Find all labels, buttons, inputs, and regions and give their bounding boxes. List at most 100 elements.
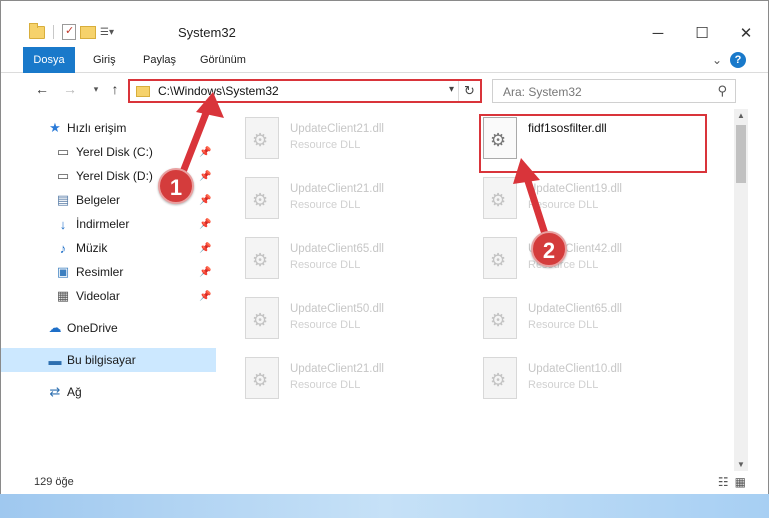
file-name: UpdateClient10.dll (528, 363, 622, 375)
recent-locations-icon[interactable]: ▾ (87, 80, 105, 98)
dll-file-icon (483, 297, 517, 339)
pin-icon: 📌 (199, 290, 212, 302)
sidebar-item-pictures[interactable]: ▣ Resimler 📌 (1, 260, 216, 284)
network-icon: ⇄ (49, 384, 61, 399)
search-icon[interactable]: ⚲ (717, 83, 727, 99)
sidebar-item-onedrive[interactable]: ☁ OneDrive (1, 316, 216, 340)
download-icon: ↓ (59, 216, 67, 232)
step-badge-2: 2 (531, 231, 567, 267)
sidebar-item-videos[interactable]: ▦ Videolar 📌 (1, 284, 216, 308)
title-bar: ☰▾ System32 ─ ☐ ✕ (1, 1, 768, 47)
tab-share[interactable]: Paylaş (143, 47, 176, 73)
chevron-down-icon[interactable]: ⌄ (712, 53, 722, 67)
folder-icon (29, 22, 45, 39)
window-title: System32 (178, 25, 236, 40)
dll-file-icon (483, 177, 517, 219)
pin-icon: 📌 (199, 146, 212, 158)
file-item[interactable]: UpdateClient65.dll Resource DLL (245, 237, 465, 285)
chevron-down-icon[interactable]: ▾ (449, 84, 454, 95)
item-count: 129 öğe (34, 476, 74, 488)
navigation-bar: ← → ▾ ↑ C:\Windows\System32 ▾ ↻ Ara: Sys… (1, 74, 768, 106)
sidebar-item-label: Hızlı erişim (67, 121, 127, 135)
file-name: UpdateClient19.dll (528, 183, 622, 195)
music-icon: ♪ (59, 240, 67, 256)
ribbon: Dosya Giriş Paylaş Görünüm ⌄ ? (1, 47, 768, 73)
file-name: UpdateClient21.dll (290, 183, 384, 195)
file-item[interactable]: UpdateClient10.dll Resource DLL (483, 357, 703, 405)
video-icon: ▦ (56, 288, 70, 303)
vertical-scrollbar[interactable]: ▲ ▼ (734, 109, 748, 471)
step-badge-1: 1 (158, 168, 194, 204)
file-description: Resource DLL (290, 139, 361, 151)
sidebar-item-label: Belgeler (76, 193, 121, 207)
file-name: UpdateClient21.dll (290, 123, 384, 135)
target-highlight-box (479, 114, 707, 173)
up-arrow-icon[interactable]: ↑ (106, 80, 124, 98)
file-description: Resource DLL (290, 199, 361, 211)
cloud-icon: ☁ (48, 320, 62, 335)
search-placeholder: Ara: System32 (503, 85, 582, 99)
sidebar-item-network[interactable]: ⇄ Ağ (1, 380, 216, 404)
maximize-button[interactable]: ☐ (680, 19, 724, 47)
scroll-down-icon[interactable]: ▼ (734, 460, 748, 469)
pin-icon: 📌 (199, 170, 212, 182)
pin-icon: 📌 (199, 194, 212, 206)
search-input[interactable]: Ara: System32 ⚲ (492, 79, 736, 103)
ribbon-right: ⌄ ? (712, 52, 746, 68)
pin-icon: 📌 (199, 242, 212, 254)
sidebar-item-downloads[interactable]: ↓ İndirmeler 📌 (1, 212, 216, 236)
file-item[interactable]: UpdateClient21.dll Resource DLL (245, 177, 465, 225)
file-description: Resource DLL (290, 319, 361, 331)
help-icon[interactable]: ? (730, 52, 746, 68)
address-bar[interactable]: C:\Windows\System32 ▾ ↻ (128, 79, 482, 103)
minimize-button[interactable]: ─ (636, 19, 680, 47)
dll-file-icon (245, 357, 279, 399)
file-item[interactable]: UpdateClient42.dll Resource DLL (483, 237, 703, 285)
forward-arrow-icon[interactable]: → (61, 80, 79, 98)
documents-icon: ▤ (56, 192, 70, 207)
dll-file-icon (483, 357, 517, 399)
back-arrow-icon[interactable]: ← (33, 80, 51, 98)
pin-icon: 📌 (199, 266, 212, 278)
status-bar: 129 öğe ☷ ▦ (1, 471, 768, 493)
sidebar-item-label: İndirmeler (76, 217, 130, 231)
sidebar-item-label: Resimler (76, 265, 124, 279)
address-path[interactable]: C:\Windows\System32 (158, 84, 279, 98)
new-folder-icon[interactable] (80, 25, 96, 39)
customize-toolbar-icon[interactable]: ☰▾ (100, 27, 114, 38)
tab-file[interactable]: Dosya (23, 47, 75, 73)
file-name: UpdateClient65.dll (290, 243, 384, 255)
sidebar-item-quick-access[interactable]: ★ Hızlı erişim (1, 116, 216, 140)
divider (53, 25, 54, 39)
folder-icon (136, 86, 150, 97)
file-item[interactable]: UpdateClient21.dll Resource DLL (245, 117, 465, 165)
file-item[interactable]: UpdateClient19.dll Resource DLL (483, 177, 703, 225)
explorer-window: ☰▾ System32 ─ ☐ ✕ Dosya Giriş Paylaş Gör… (0, 0, 769, 518)
star-icon: ★ (49, 120, 61, 135)
scroll-thumb[interactable] (736, 125, 746, 183)
large-icons-view-icon[interactable]: ▦ (735, 475, 746, 489)
file-item[interactable]: UpdateClient65.dll Resource DLL (483, 297, 703, 345)
tab-view[interactable]: Görünüm (200, 47, 246, 73)
close-button[interactable]: ✕ (724, 19, 768, 47)
sidebar-item-drive-c[interactable]: ▭ Yerel Disk (C:) 📌 (1, 140, 216, 164)
dll-file-icon (245, 237, 279, 279)
dll-file-icon (245, 297, 279, 339)
dll-file-icon (245, 177, 279, 219)
pin-icon: 📌 (199, 218, 212, 230)
file-item[interactable]: UpdateClient50.dll Resource DLL (245, 297, 465, 345)
file-description: Resource DLL (290, 379, 361, 391)
desktop-background (0, 494, 769, 518)
file-name: UpdateClient50.dll (290, 303, 384, 315)
scroll-up-icon[interactable]: ▲ (734, 111, 748, 120)
window-controls: ─ ☐ ✕ (636, 19, 768, 47)
file-item[interactable]: UpdateClient21.dll Resource DLL (245, 357, 465, 405)
tab-home[interactable]: Giriş (93, 47, 116, 73)
sidebar-item-music[interactable]: ♪ Müzik 📌 (1, 236, 216, 260)
details-view-icon[interactable]: ☷ (718, 475, 729, 489)
sidebar-item-this-pc[interactable]: ▬ Bu bilgisayar (1, 348, 216, 372)
sidebar-item-label: Ağ (67, 385, 82, 399)
refresh-icon[interactable]: ↻ (458, 81, 480, 101)
properties-icon[interactable] (62, 24, 76, 40)
drive-icon: ▭ (56, 144, 70, 159)
